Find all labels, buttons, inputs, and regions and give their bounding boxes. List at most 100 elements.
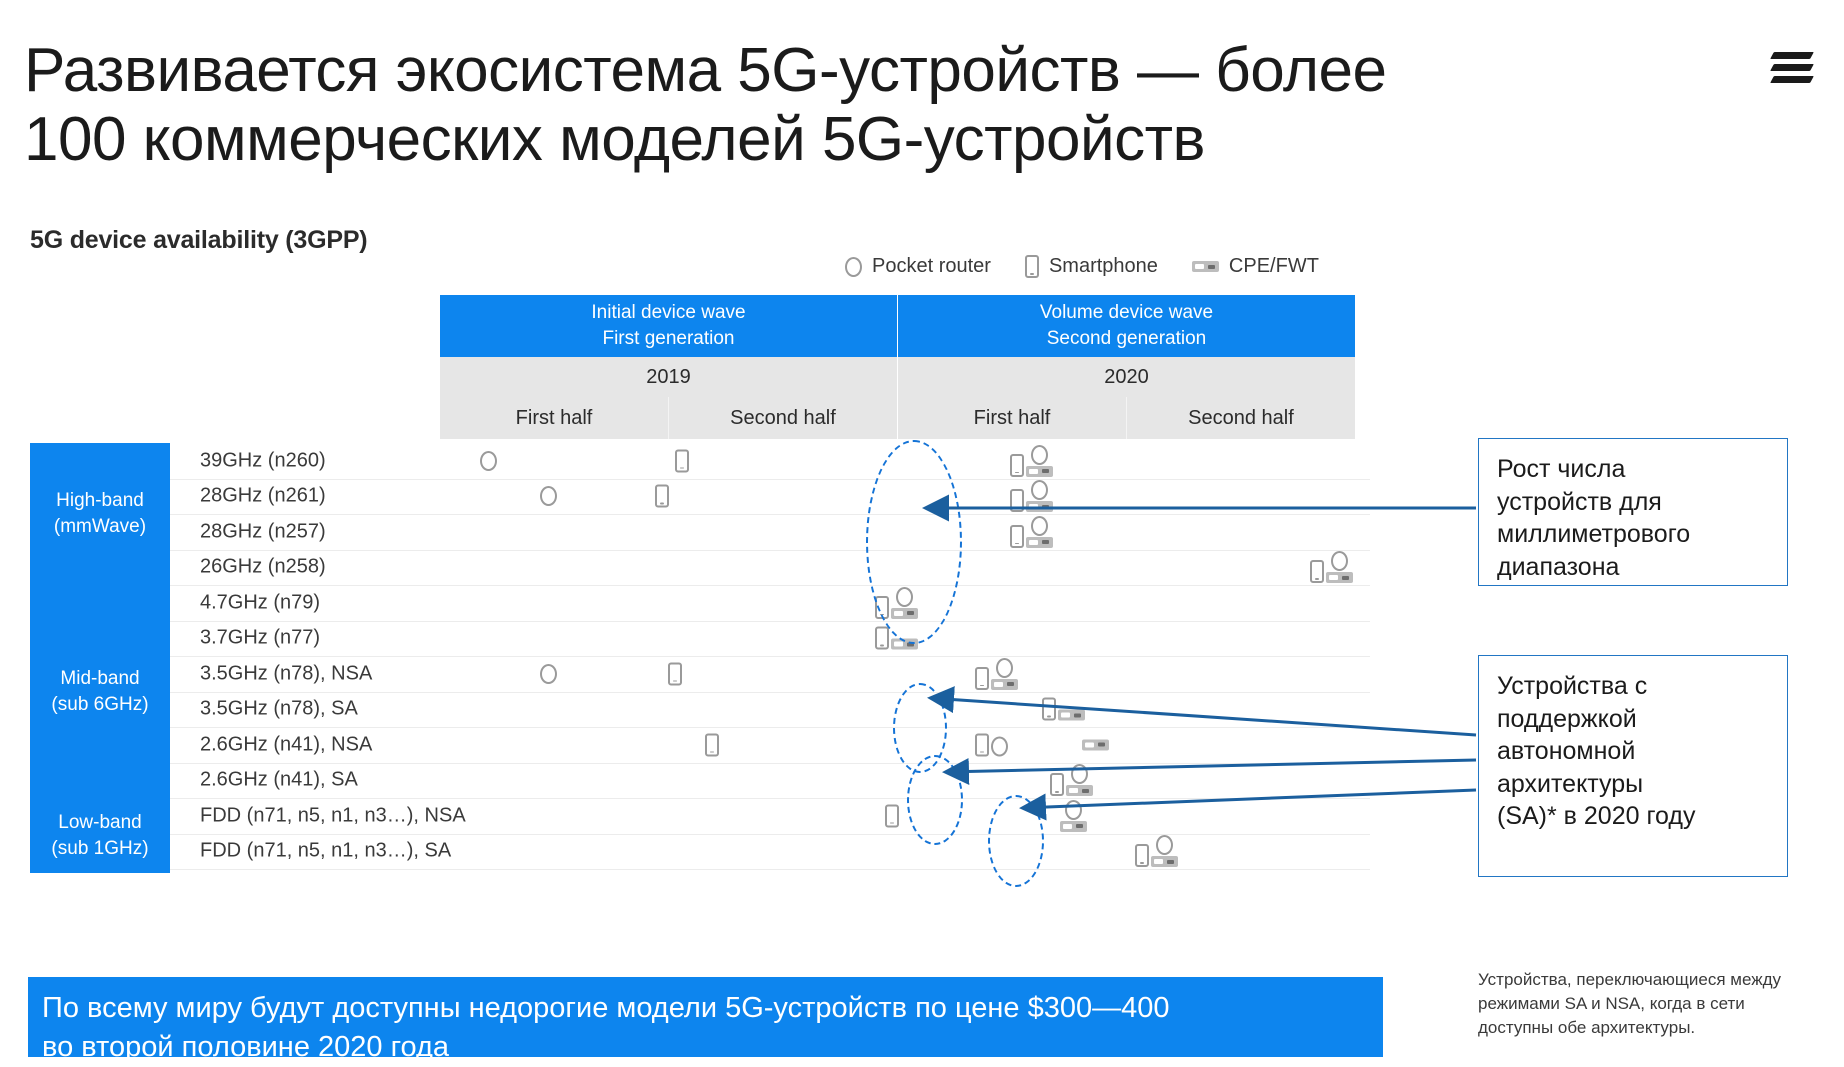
header-half-2019-h2: Second half bbox=[668, 397, 897, 439]
table-header-waves: Initial device wave First generation Vol… bbox=[440, 295, 1355, 357]
cpe-fwt-icon bbox=[1026, 501, 1053, 513]
cell-icons-2020-h1-cpe bbox=[1082, 739, 1109, 751]
table-row: FDD (n71, n5, n1, n3…), NSA bbox=[170, 798, 1370, 835]
pocket-router-icon bbox=[1065, 799, 1082, 820]
cpe-fwt-icon bbox=[1191, 261, 1219, 272]
router-cpe-stack bbox=[1026, 480, 1053, 513]
row-label: 4.7GHz (n79) bbox=[200, 591, 321, 614]
legend-label: CPE/FWT bbox=[1228, 255, 1319, 277]
logo-bar bbox=[1770, 76, 1814, 83]
row-label: 2.6GHz (n41), SA bbox=[200, 768, 358, 791]
cell-icons-2020-h2 bbox=[1135, 835, 1178, 868]
highlight-ellipse-mmwave bbox=[866, 440, 962, 644]
wave-line1: Initial device wave bbox=[591, 302, 746, 324]
logo-bar bbox=[1770, 64, 1814, 71]
cell-icons-2019-h1 bbox=[540, 486, 557, 507]
legend-item-pocket-router: Pocket router bbox=[845, 255, 991, 278]
wave-line2: Second generation bbox=[1046, 328, 1207, 349]
device-cluster bbox=[1135, 835, 1178, 868]
cell-icons-2020-h1 bbox=[1010, 480, 1053, 513]
band-line2: (mmWave) bbox=[53, 516, 147, 537]
smartphone-icon bbox=[885, 804, 899, 828]
legend-label: Smartphone bbox=[1048, 255, 1158, 277]
pocket-router-icon bbox=[1031, 515, 1048, 536]
device-cluster bbox=[975, 733, 1008, 757]
table-row: 2.6GHz (n41), NSA bbox=[170, 727, 1370, 764]
cpe-fwt-icon bbox=[1026, 536, 1053, 548]
row-label: 3.5GHz (n78), NSA bbox=[200, 662, 373, 685]
legend-item-cpe-fwt: CPE/FWT bbox=[1191, 255, 1319, 278]
router-cpe-stack bbox=[991, 657, 1018, 690]
cpe-fwt-icon bbox=[1326, 572, 1353, 584]
cell-icons-2019-h2 bbox=[705, 733, 719, 757]
smartphone-icon bbox=[1050, 773, 1064, 797]
smartphone-icon bbox=[1042, 697, 1056, 721]
cpe-fwt-icon bbox=[1060, 820, 1087, 832]
device-cluster bbox=[1042, 697, 1085, 721]
pocket-router-icon bbox=[480, 450, 497, 471]
pocket-router-icon bbox=[1031, 480, 1048, 501]
router-cpe-stack bbox=[1026, 515, 1053, 548]
band-group-mid: Mid-band (sub 6GHz) bbox=[30, 585, 170, 800]
device-availability-table: Initial device wave First generation Vol… bbox=[30, 295, 1370, 960]
smartphone-icon bbox=[1010, 453, 1024, 477]
device-cluster bbox=[1050, 764, 1093, 797]
header-wave-initial: Initial device wave First generation bbox=[440, 295, 897, 357]
cpe-fwt-icon bbox=[1026, 465, 1053, 477]
cell-icons-2020-h1 bbox=[1010, 515, 1053, 548]
cell-icons-2019-h2 bbox=[675, 449, 689, 473]
header-half-2020-h2: Second half bbox=[1126, 397, 1355, 439]
router-cpe-stack bbox=[1026, 444, 1053, 477]
row-label: 3.7GHz (n77) bbox=[200, 626, 321, 649]
router-cpe-stack bbox=[1326, 551, 1353, 584]
table-row: 4.7GHz (n79) bbox=[170, 585, 1370, 622]
smartphone-icon bbox=[705, 733, 719, 757]
cell-icons-2020-h1 bbox=[975, 657, 1018, 690]
band-line2: (sub 1GHz) bbox=[51, 837, 149, 859]
router-cpe-stack bbox=[1066, 764, 1093, 797]
row-label: FDD (n71, n5, n1, n3…), SA bbox=[200, 839, 452, 862]
smartphone-icon bbox=[1024, 255, 1039, 278]
band-line1: Low-band bbox=[58, 811, 142, 833]
smartphone-icon bbox=[975, 733, 989, 757]
cell-icons-2020-h1 bbox=[975, 733, 1008, 757]
header-year-2019: 2019 bbox=[440, 357, 897, 397]
row-label: 28GHz (n261) bbox=[200, 484, 326, 507]
router-cpe-stack bbox=[1060, 799, 1087, 832]
chart-subtitle: 5G device availability (3GPP) bbox=[30, 226, 368, 254]
device-cluster bbox=[1310, 551, 1353, 584]
cpe-fwt-icon bbox=[1058, 709, 1085, 721]
smartphone-icon bbox=[668, 662, 682, 686]
legend-label: Pocket router bbox=[872, 255, 991, 277]
band-line2: (sub 6GHz) bbox=[51, 693, 149, 715]
smartphone-icon bbox=[1135, 844, 1149, 868]
band-line1: Mid-band bbox=[60, 667, 140, 689]
smartphone-icon bbox=[675, 449, 689, 473]
pocket-router-icon bbox=[540, 486, 557, 507]
smartphone-icon bbox=[655, 484, 669, 508]
device-cluster bbox=[975, 657, 1018, 690]
cpe-fwt-icon bbox=[1151, 856, 1178, 868]
page-title: Развивается экосистема 5G-устройств — бо… bbox=[24, 36, 1387, 175]
cell-icons-2020-h1 bbox=[1010, 444, 1053, 477]
header-year-2020: 2020 bbox=[897, 357, 1355, 397]
pocket-router-icon bbox=[1031, 444, 1048, 465]
bottom-banner: По всему миру будут доступны недорогие м… bbox=[28, 977, 1383, 1063]
wave-line1: Volume device wave bbox=[1039, 302, 1214, 324]
cell-icons-2020-h1 bbox=[1042, 697, 1085, 721]
cell-icons-2020-h1 bbox=[1050, 764, 1093, 797]
cell-icons-2019-h1 bbox=[480, 450, 497, 471]
smartphone-icon bbox=[1310, 560, 1324, 584]
row-label: 39GHz (n260) bbox=[200, 449, 326, 472]
device-cluster bbox=[1010, 480, 1053, 513]
table-header-halves: First half Second half First half Second… bbox=[440, 397, 1355, 439]
header-half-2019-h1: First half bbox=[440, 397, 668, 439]
cell-icons-2020-h1 bbox=[1060, 799, 1087, 832]
pocket-router-icon bbox=[845, 256, 862, 277]
table-header-years: 2019 2020 bbox=[440, 357, 1355, 397]
ericsson-logo bbox=[1770, 46, 1814, 90]
table-row: 39GHz (n260) bbox=[170, 443, 1370, 480]
smartphone-icon bbox=[875, 626, 889, 650]
legend: Pocket router Smartphone CPE/FWT bbox=[845, 255, 1319, 278]
highlight-ellipse-sa-fdd bbox=[988, 795, 1044, 887]
